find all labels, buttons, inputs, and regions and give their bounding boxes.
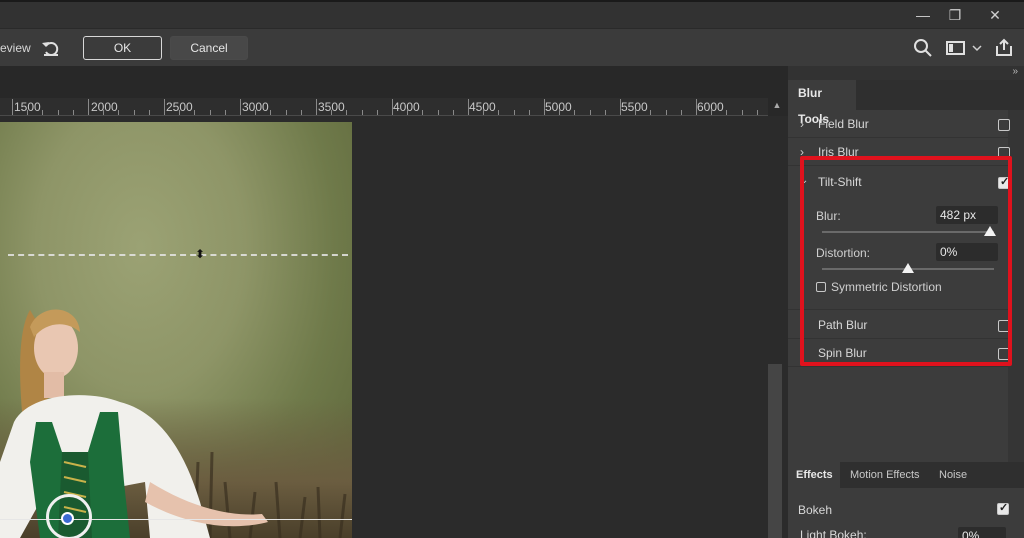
canvas-scrollbar[interactable] [768, 116, 788, 538]
ruler-tick [42, 110, 44, 115]
ruler-tick [483, 110, 485, 115]
chevron-down-icon[interactable] [970, 37, 984, 59]
ruler-tick [468, 99, 469, 115]
ruler-label: 2000 [91, 100, 118, 114]
options-bar: eview OK Cancel [0, 28, 1024, 66]
ruler-tick [270, 110, 272, 115]
ruler-tick [635, 110, 637, 115]
ruler-tick [179, 110, 181, 115]
bokeh-row[interactable]: Bokeh [788, 496, 1024, 524]
ruler-tick [316, 99, 317, 115]
collapse-arrow-icon[interactable]: ▲ [770, 100, 784, 114]
ruler-tick [12, 99, 13, 115]
ruler-tick [726, 110, 728, 115]
workspace-icon[interactable] [945, 37, 967, 59]
ruler-tick [346, 110, 348, 115]
ruler-tick [255, 110, 257, 115]
ruler-tick [72, 110, 74, 115]
restore-icon[interactable]: ❐ [940, 4, 970, 26]
ruler-tick [148, 110, 150, 115]
preview-label[interactable]: eview [0, 41, 31, 55]
woman-figure [0, 309, 347, 538]
ruler-tick [528, 110, 530, 115]
panel-header-strip: » [788, 66, 1024, 80]
ruler-tick [696, 99, 697, 115]
tab-blur-tools[interactable]: Blur Tools [788, 80, 856, 126]
tilt-shift-transition-line[interactable] [8, 254, 348, 256]
ruler-tick [559, 110, 561, 115]
ruler-tick [604, 110, 606, 115]
ruler-tick [118, 110, 120, 115]
ruler-tick [422, 110, 424, 115]
ruler-tick [88, 99, 89, 115]
undo-icon[interactable] [40, 37, 62, 59]
minimize-icon[interactable]: — [908, 4, 938, 26]
field-blur-label: Field Blur [818, 117, 869, 131]
ruler-tick [331, 110, 333, 115]
light-bokeh-row: Light Bokeh: 0% [788, 524, 1024, 538]
ruler-tick [574, 110, 576, 115]
panel-tab-bar: Blur Tools [788, 80, 1024, 126]
bokeh-checkbox[interactable] [997, 501, 1009, 515]
bokeh-label: Bokeh [798, 503, 833, 517]
scrollbar-thumb[interactable] [768, 364, 782, 538]
ruler-tick [620, 99, 621, 115]
ruler-tick [164, 99, 165, 115]
horizontal-ruler: 1500 2000 2500 3000 3500 4000 4500 5000 … [0, 98, 768, 116]
ruler-tick [240, 99, 241, 115]
ruler-tick [544, 99, 545, 115]
ruler-tick [285, 110, 287, 115]
light-bokeh-input[interactable]: 0% [958, 527, 1006, 538]
light-bokeh-label: Light Bokeh: [800, 528, 867, 538]
chevron-right-icon[interactable]: › [800, 117, 804, 131]
ruler-tick [194, 110, 196, 115]
ruler-tick [680, 110, 682, 115]
tab-motion-effects[interactable]: Motion Effects [842, 462, 928, 488]
ruler-tick [376, 110, 378, 115]
ruler-tick [361, 110, 363, 115]
ruler-tick [756, 110, 758, 115]
ruler-tick [650, 110, 652, 115]
ruler-tick [57, 110, 59, 115]
blur-pin-center[interactable] [61, 512, 74, 525]
expand-panel-icon[interactable]: » [1012, 66, 1018, 77]
ruler-tick [665, 110, 667, 115]
ruler-tick [224, 110, 226, 115]
effects-tab-bar: Effects Motion Effects Noise [788, 462, 1024, 488]
ruler-tick [498, 110, 500, 115]
line-resize-handle-icon[interactable]: ⬍ [195, 246, 205, 262]
tilt-shift-highlight-box [800, 156, 1012, 366]
ruler-tick [300, 110, 302, 115]
ruler-tick [711, 110, 713, 115]
share-icon[interactable] [993, 37, 1015, 59]
ruler-tick [103, 110, 105, 115]
ruler-tick [407, 110, 409, 115]
ruler-tick [392, 99, 393, 115]
canvas-header-gap [0, 66, 788, 98]
tab-noise[interactable]: Noise [931, 462, 975, 488]
close-icon[interactable]: ✕ [980, 4, 1010, 26]
tab-effects[interactable]: Effects [788, 462, 840, 488]
ruler-tick [589, 110, 591, 115]
field-blur-checkbox[interactable] [998, 119, 1010, 131]
field-blur-row[interactable]: › Field Blur [788, 110, 1010, 138]
ruler-tick [133, 110, 135, 115]
ruler-tick [452, 110, 454, 115]
ruler-tick [27, 110, 29, 115]
photo-canvas[interactable] [0, 122, 352, 538]
ruler-tick [437, 110, 439, 115]
ruler-tick [741, 110, 743, 115]
ruler-tick [513, 110, 515, 115]
search-icon[interactable] [912, 37, 934, 59]
ruler-tick [209, 110, 211, 115]
ok-button[interactable]: OK [83, 36, 162, 60]
cancel-button[interactable]: Cancel [170, 36, 248, 60]
title-bar: — ❐ ✕ [0, 0, 1024, 28]
